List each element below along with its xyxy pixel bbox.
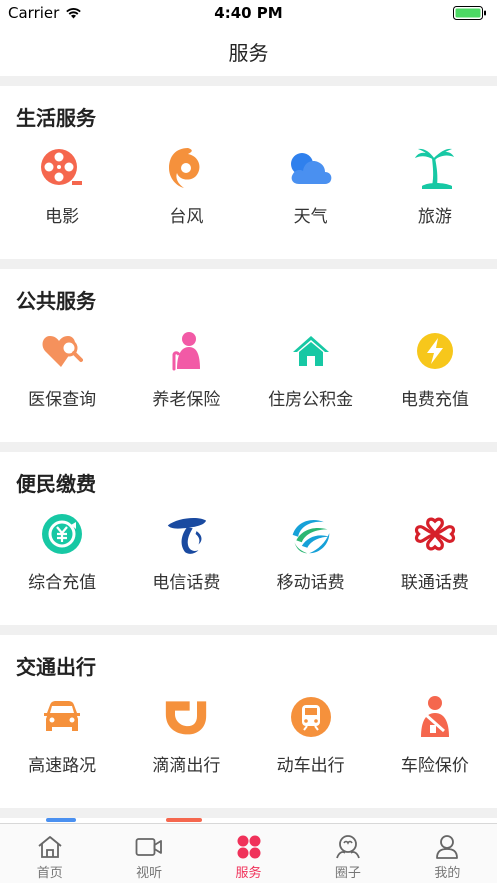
service-item-travel[interactable]: 旅游 [373,146,497,227]
service-label: 天气 [293,207,328,227]
service-label: 电费充值 [400,390,469,410]
section-title: 公共服务 [16,289,96,313]
service-label: 综合充值 [28,573,97,593]
elderly-icon [164,329,208,373]
tab-label: 服务 [235,866,262,881]
service-item-unicom-bill[interactable]: 联通话费 [373,512,497,593]
status-bar: Carrier 4:40 PM [0,0,497,26]
section-title: 生活服务 [16,106,96,130]
tab-label: 圈子 [334,866,361,881]
service-label: 医保查询 [28,390,97,410]
palm-tree-icon [413,146,457,190]
tab-community[interactable]: 圈子 [298,824,397,883]
service-label: 车险保价 [400,756,469,776]
profile-icon [433,834,461,860]
service-item-car-insurance[interactable]: 车险保价 [373,695,497,776]
service-label: 高速路况 [28,756,97,776]
heart-search-icon [40,329,84,373]
cloud-icon [289,146,333,190]
service-item-electricity-recharge[interactable]: 电费充值 [373,329,497,410]
tab-video[interactable]: 视听 [99,824,198,883]
section-public-services: 公共服务 医保查询 养老保险 住房公积金 电费充值 [0,269,497,442]
didi-logo-icon [164,695,208,739]
video-camera-icon [135,834,163,860]
section-convenience-payment: 便民缴费 综合充值 电信话费 移动话费 联通话费 [0,452,497,625]
china-telecom-logo-icon [164,512,208,556]
tab-home[interactable]: 首页 [0,824,99,883]
injured-person-icon [413,695,457,739]
china-unicom-logo-icon [413,512,457,556]
service-label: 养老保险 [152,390,221,410]
typhoon-icon [164,146,208,190]
house-icon [289,329,333,373]
partial-icon-top [166,818,202,822]
service-label: 联通话费 [400,573,469,593]
services-scroll-view[interactable]: 生活服务 电影 台风 天气 旅游 公共服务 医保查询 养老保险 住房公积金 电费… [0,76,497,823]
partial-icon-top [46,818,76,822]
service-label: 台风 [169,207,204,227]
tab-label: 我的 [434,866,461,881]
service-item-telecom-bill[interactable]: 电信话费 [124,512,248,593]
page-title: 服务 [228,40,269,65]
tab-bar: 首页 视听 服务 圈子 我的 [0,823,497,883]
service-item-bullet-train[interactable]: 动车出行 [249,695,373,776]
service-item-medical-insurance[interactable]: 医保查询 [0,329,124,410]
home-icon [36,834,64,860]
service-label: 电信话费 [152,573,221,593]
service-item-movie[interactable]: 电影 [0,146,124,227]
service-item-general-recharge[interactable]: 综合充值 [0,512,124,593]
service-label: 旅游 [417,207,452,227]
service-item-highway-traffic[interactable]: 高速路况 [0,695,124,776]
car-icon [40,695,84,739]
service-item-typhoon[interactable]: 台风 [124,146,248,227]
service-label: 滴滴出行 [152,756,221,776]
service-label: 电影 [45,207,80,227]
china-mobile-logo-icon [289,512,333,556]
service-item-mobile-bill[interactable]: 移动话费 [249,512,373,593]
tab-services[interactable]: 服务 [199,824,298,883]
section-title: 便民缴费 [16,472,96,496]
community-icon [334,834,362,860]
service-item-housing-fund[interactable]: 住房公积金 [249,329,373,410]
service-label: 动车出行 [276,756,345,776]
navigation-bar: 服务 [0,26,497,76]
yuan-refresh-icon [40,512,84,556]
battery-icon [453,6,486,20]
service-item-didi[interactable]: 滴滴出行 [124,695,248,776]
section-transportation: 交通出行 高速路况 滴滴出行 动车出行 车险保价 [0,635,497,808]
tab-label: 视听 [136,866,163,881]
service-item-pension-insurance[interactable]: 养老保险 [124,329,248,410]
service-label: 住房公积金 [268,390,354,410]
service-item-weather[interactable]: 天气 [249,146,373,227]
section-title: 交通出行 [16,655,96,679]
status-time: 4:40 PM [214,4,283,22]
tab-profile[interactable]: 我的 [398,824,497,883]
tab-label: 首页 [36,866,63,881]
service-grid-icon [235,834,263,860]
section-life-services: 生活服务 电影 台风 天气 旅游 [0,86,497,259]
train-icon [289,695,333,739]
lightning-icon [413,329,457,373]
service-label: 移动话费 [276,573,345,593]
film-reel-icon [40,146,84,190]
